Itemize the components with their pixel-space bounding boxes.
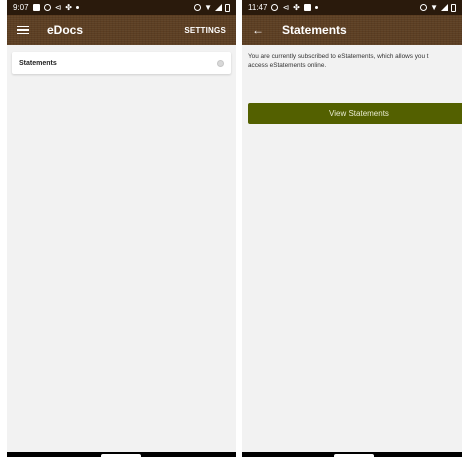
status-bar: 9:07 ⊲ ✤ ▼ (7, 0, 236, 15)
more-notifications-icon (75, 6, 79, 9)
wifi-icon: ▼ (204, 2, 212, 12)
pinwheel-icon: ✤ (293, 2, 300, 12)
send-icon: ⊲ (282, 2, 290, 12)
message-line: You are currently subscribed to eStateme… (248, 53, 429, 60)
status-bar: 11:47 ⊲ ✤ ▼ (242, 0, 462, 15)
message-icon (32, 4, 40, 11)
battery-icon (225, 3, 230, 12)
wifi-icon: ▼ (430, 2, 438, 12)
notification-icon (43, 4, 51, 11)
battery-icon (451, 3, 456, 12)
pinwheel-icon: ✤ (65, 2, 72, 12)
notification-icon (271, 4, 279, 11)
list-item-statements[interactable]: Statements (12, 52, 231, 74)
signal-icon (441, 4, 448, 11)
page-title: Statements (282, 23, 347, 37)
data-saver-icon (420, 4, 428, 11)
status-time: 11:47 (248, 3, 268, 12)
settings-button[interactable]: SETTINGS (184, 26, 226, 35)
send-icon: ⊲ (54, 2, 62, 12)
app-bar: ← Statements (242, 15, 462, 45)
edocs-screen: 9:07 ⊲ ✤ ▼ eDocs SETTINGS Statements (7, 0, 236, 457)
back-arrow-icon[interactable]: ← (252, 24, 264, 36)
app-bar: eDocs SETTINGS (7, 15, 236, 45)
hamburger-icon[interactable] (17, 25, 29, 35)
list-item-label: Statements (19, 59, 57, 67)
signal-icon (215, 4, 222, 11)
view-statements-button[interactable]: View Statements (248, 103, 462, 124)
radio-dot-icon (217, 59, 224, 67)
navigation-bar (242, 452, 462, 457)
message-line: access eStatements online. (248, 61, 327, 69)
subscription-message: You are currently subscribed to eStateme… (242, 45, 462, 70)
data-saver-icon (194, 4, 202, 11)
image-icon (303, 4, 311, 11)
navigation-bar (7, 452, 236, 457)
status-time: 9:07 (13, 3, 29, 12)
statements-screen: 11:47 ⊲ ✤ ▼ ← Statements You are current… (242, 0, 462, 457)
more-notifications-icon (314, 6, 318, 9)
page-title: eDocs (47, 23, 84, 37)
